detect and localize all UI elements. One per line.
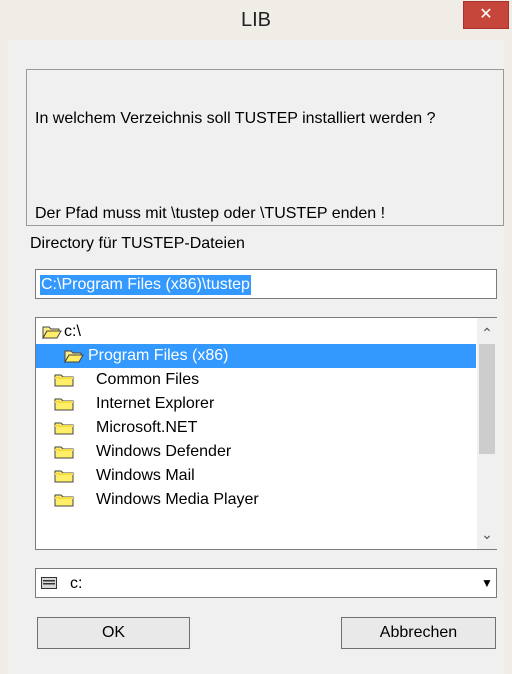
folder-icon	[54, 422, 74, 435]
folder-icon	[54, 374, 74, 387]
title-bar[interactable]: LIB ✕	[0, 0, 512, 40]
folder-open-icon	[42, 326, 62, 339]
message-hint: Der Pfad muss mit \tustep oder \TUSTEP e…	[35, 205, 386, 222]
folder-list-item[interactable]: Internet Explorer	[36, 392, 476, 416]
folder-icon	[54, 494, 74, 507]
directory-label: Directory für TUSTEP-Dateien	[30, 235, 245, 252]
chevron-down-icon[interactable]: ▼	[478, 570, 496, 596]
folder-list-item[interactable]: Microsoft.NET	[36, 416, 476, 440]
scroll-down-icon[interactable]: ⌄	[477, 524, 497, 544]
folder-list-item[interactable]: Windows Media Player	[36, 488, 476, 512]
scroll-up-icon[interactable]: ⌃	[477, 323, 497, 343]
folder-icon	[54, 398, 74, 411]
folder-icon	[54, 446, 74, 459]
folder-list-item-label: Windows Defender	[96, 443, 232, 460]
folder-list-item-label: Windows Mail	[96, 467, 195, 484]
drive-select[interactable]: c: ▼	[35, 568, 497, 598]
folder-list-scrollbar[interactable]: ⌃ ⌄	[477, 318, 497, 549]
close-button[interactable]: ✕	[463, 1, 509, 29]
message-question: In welchem Verzeichnis soll TUSTEP insta…	[35, 110, 436, 127]
folder-icon	[54, 470, 74, 483]
folder-list-item[interactable]: Windows Mail	[36, 464, 476, 488]
folder-open-icon	[64, 350, 84, 363]
folder-list[interactable]: c:\ Program Files (x86) Common Files Intern…	[35, 317, 497, 550]
window-title: LIB	[240, 9, 272, 31]
folder-list-item[interactable]: Program Files (x86)	[36, 344, 476, 368]
folder-list-item-label: Common Files	[96, 371, 200, 388]
folder-list-item-label: Program Files (x86)	[88, 347, 229, 364]
drive-select-value: c:	[70, 575, 83, 592]
folder-list-item[interactable]: Windows Defender	[36, 440, 476, 464]
window-frame-right	[504, 40, 512, 674]
folder-list-item[interactable]: Common Files	[36, 368, 476, 392]
ok-button[interactable]: OK	[37, 617, 190, 649]
folder-list-item[interactable]: c:\	[36, 320, 476, 344]
scroll-thumb[interactable]	[479, 344, 495, 454]
drive-icon	[41, 577, 57, 589]
dialog-window: LIB ✕ In welchem Verzeichnis soll TUSTEP…	[0, 0, 512, 674]
cancel-button[interactable]: Abbrechen	[341, 617, 496, 649]
directory-input-value: C:\Program Files (x86)\tustep	[40, 275, 251, 295]
message-box: In welchem Verzeichnis soll TUSTEP insta…	[26, 69, 504, 226]
close-icon: ✕	[479, 6, 493, 23]
folder-list-item-label: c:\	[64, 323, 81, 340]
window-frame-left	[0, 40, 8, 674]
folder-list-item-label: Internet Explorer	[96, 395, 215, 412]
folder-list-item-label: Windows Media Player	[96, 491, 259, 508]
folder-list-item-label: Microsoft.NET	[96, 419, 198, 436]
directory-input[interactable]: C:\Program Files (x86)\tustep	[35, 269, 497, 299]
